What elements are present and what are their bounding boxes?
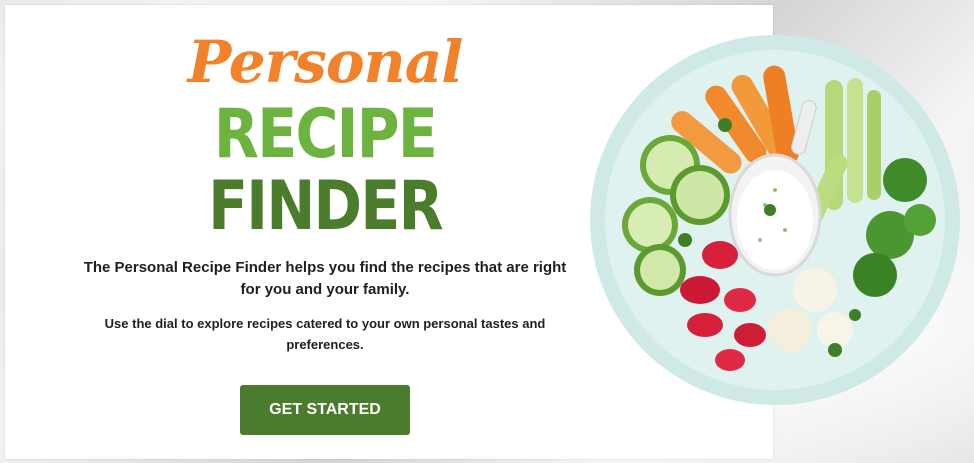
vegetable-plate-image	[585, 30, 965, 410]
logo-personal-text: Personal	[187, 28, 464, 96]
vegetable-plate-illustration	[590, 35, 960, 405]
instruction-paragraph: Use the dial to explore recipes catered …	[5, 313, 645, 355]
logo-recipe-text: RECIPE	[213, 95, 438, 174]
logo-finder-text: FINDER	[208, 167, 444, 246]
instruction-text: Use the dial to explore recipes catered …	[104, 316, 546, 352]
get-started-button[interactable]: GET STARTED	[240, 385, 410, 435]
intro-text: The Personal Recipe Finder helps you fin…	[83, 259, 567, 298]
intro-paragraph: The Personal Recipe Finder helps you fin…	[5, 257, 645, 301]
